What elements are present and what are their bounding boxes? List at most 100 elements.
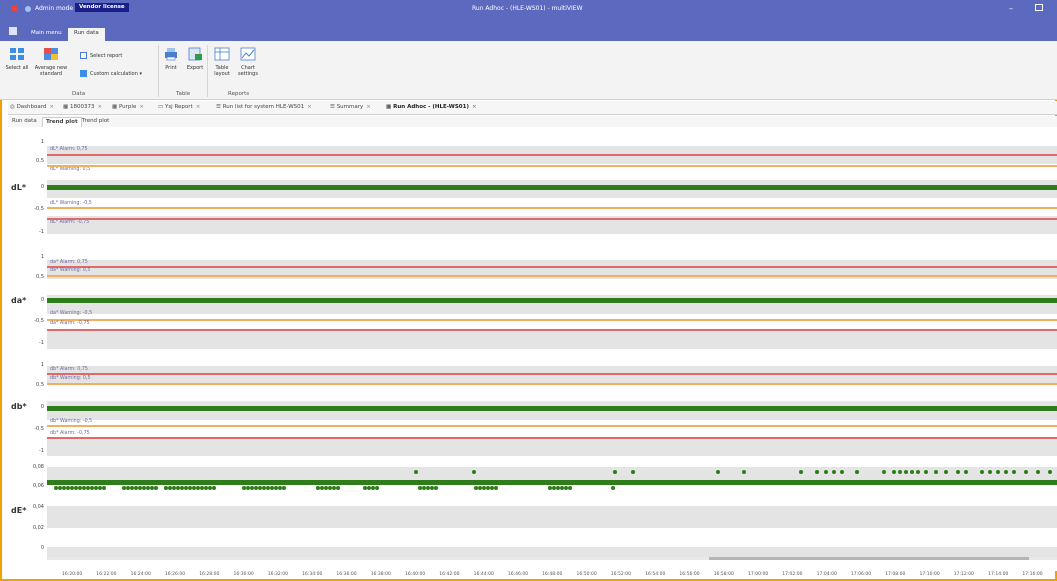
warning-high-line [47,275,1057,277]
data-point [980,470,984,474]
select-report-label: Select report [90,53,123,59]
data-point [892,470,896,474]
y-tick: 0 [40,404,44,410]
doc-tab-ysj-report[interactable]: ▭ Ysj Report × [158,104,200,115]
data-point [1048,470,1052,474]
table-layout-button[interactable]: Table layout [211,47,233,77]
data-point [375,486,379,490]
chart-settings-icon [240,47,256,61]
y-tick: 0 [40,297,44,303]
close-icon[interactable]: × [49,104,54,110]
x-tick: 16:52:00 [610,572,632,577]
doc-tab-dashboard[interactable]: ◎ Dashboard × [10,104,54,115]
x-tick: 16:24:00 [130,572,151,577]
x-tick: 16:48:00 [542,572,563,577]
warning-low-line [47,425,1057,427]
close-icon[interactable]: × [196,104,201,110]
scrollbar-thumb[interactable] [709,557,1029,560]
select-report-button[interactable]: Select report [80,52,150,59]
doc-tab-summary[interactable]: ☰ Summary × [330,104,371,115]
close-icon[interactable]: × [307,104,312,110]
tab-trend-plot-active[interactable]: Trend plot [42,117,82,127]
tab-trend-plot[interactable]: Trend plot [79,117,112,127]
custom-calculation-button[interactable]: Custom calculation ▾ [80,70,155,77]
trend-panel-da: 1 0,5 0 -0,5 -1 da* da* Alarm: 0,75 da* … [8,249,1057,359]
select-all-icon [10,48,24,60]
series-line [47,406,1057,411]
vendor-license-badge[interactable]: Vendor license [75,3,129,12]
print-icon [165,48,177,61]
average-new-standard-button[interactable]: Average new standard [33,47,69,77]
close-icon[interactable]: × [139,104,144,110]
data-point [611,486,615,490]
select-all-button[interactable]: Select all [4,47,30,71]
data-point [964,470,968,474]
table-layout-icon [214,47,230,61]
list-icon: ☰ [216,104,223,110]
horizontal-scrollbar[interactable] [47,557,1057,560]
data-point [934,470,938,474]
doc-tab-run-adhoc[interactable]: ▦ Run Adhoc - (HLE-WS01) × [386,104,477,115]
data-point [824,470,828,474]
doc-tab-run-list[interactable]: ☰ Run list for system HLE-WS01 × [216,104,312,115]
x-tick: 16:28:00 [199,572,220,577]
summary-icon: ☰ [330,104,337,110]
y-axis-label: da* [11,296,27,305]
ribbon-separator [158,45,159,97]
y-tick: -0,5 [34,426,44,432]
warning-high-line [47,165,1057,167]
print-button[interactable]: Print [161,47,181,71]
warning-low-line [47,207,1057,209]
data-point [154,486,158,490]
export-button[interactable]: Export [184,47,206,71]
group-table-label: Table [176,91,191,97]
series-points [8,461,1057,571]
x-tick: 16:44:00 [473,572,494,577]
dropdown-arrow-icon: ▾ [137,71,143,77]
tab-main-menu[interactable]: Main menu [25,28,68,41]
data-point [904,470,908,474]
y-axis-label: dL* [11,183,27,192]
doc-tab-1800373[interactable]: ▦ 1800373 × [63,104,102,115]
alarm-high-line [47,373,1057,375]
data-point [434,486,438,490]
x-tick: 16:46:00 [507,572,529,577]
plot-band [47,331,1057,349]
x-tick: 17:04:00 [816,572,837,577]
x-tick: 16:58:00 [713,572,734,577]
close-icon[interactable]: × [472,104,477,110]
data-point [212,486,216,490]
alarm-high-line [47,266,1057,268]
close-icon[interactable]: × [366,104,371,110]
ribbon: Select all Average new standard Select r… [0,41,1057,100]
maximize-icon[interactable] [1035,4,1043,11]
trend-plot-area: 1 0,5 0 -0,5 -1 dL* dL* Alarm: 0,75 dL* … [8,127,1057,571]
y-tick: 0,5 [36,158,44,164]
data-point [631,470,635,474]
close-icon[interactable]: × [97,104,102,110]
alarm-high-line [47,154,1057,156]
x-tick: 16:34:00 [302,572,323,577]
x-tick: 16:30:00 [233,572,254,577]
doc-tab-purple[interactable]: ▦ Purple × [112,104,144,115]
x-tick: 17:12:00 [953,572,975,577]
export-label: Export [186,65,204,71]
tab-run-data-view[interactable]: Run data [9,117,40,127]
x-tick: 17:00:00 [748,572,769,577]
data-point [1024,470,1028,474]
chart-settings-button[interactable]: Chart settings [235,47,261,77]
admin-mode-label[interactable]: Admin mode [35,5,73,12]
x-tick: 17:16:00 [1022,572,1043,577]
data-point [716,470,720,474]
minimize-icon[interactable]: – [1009,4,1013,13]
data-point [102,486,106,490]
y-tick: -1 [39,448,44,454]
data-point [924,470,928,474]
data-point [882,470,886,474]
x-tick: 17:14:00 [988,572,1009,577]
app-menu-icon[interactable] [9,27,17,35]
y-axis-label: db* [11,402,27,411]
tab-run-data[interactable]: Run data [68,28,105,41]
window-title: Run Adhoc - (HLE-WS01) - multiVIEW [472,5,583,12]
data-point [1012,470,1016,474]
